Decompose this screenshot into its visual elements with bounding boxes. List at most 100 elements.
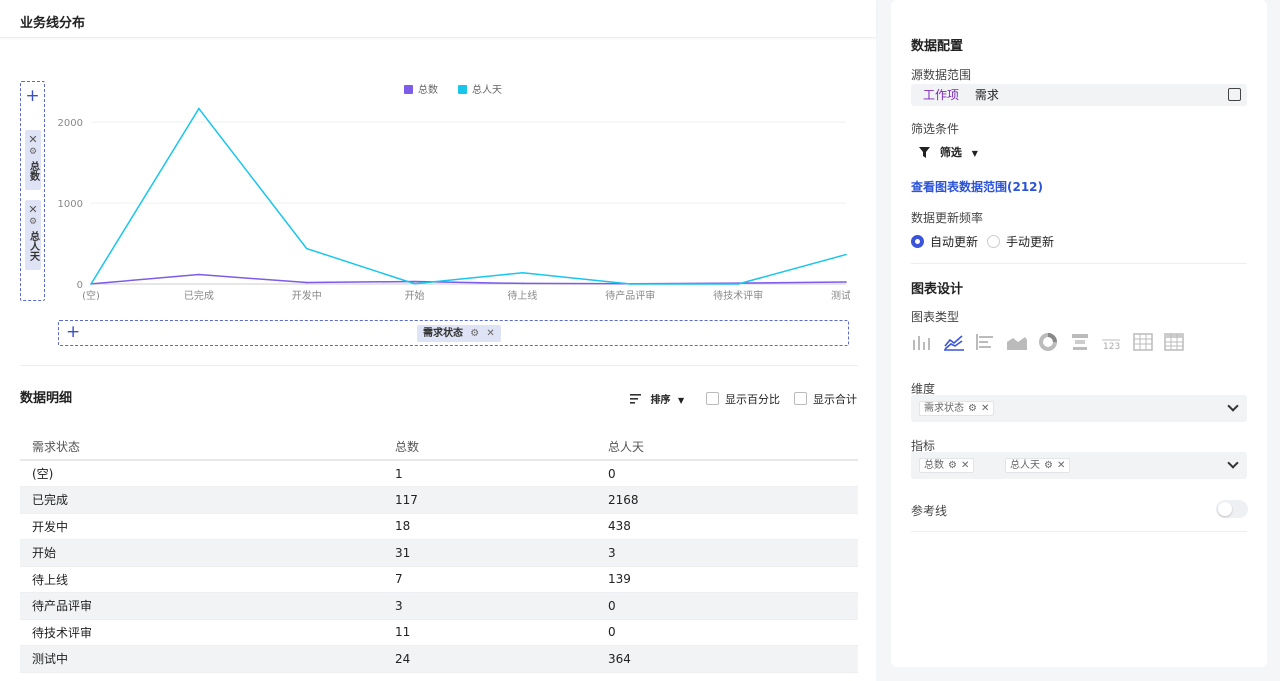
remove-icon[interactable]: ✕ [25, 203, 41, 216]
view-data-range-link[interactable]: 查看图表数据范围(212) [911, 178, 1043, 195]
checkbox[interactable] [794, 392, 807, 405]
horizontal-bar-icon[interactable] [974, 332, 996, 352]
data-point [845, 253, 847, 256]
table-cell: 438 [596, 513, 858, 540]
caret-down-icon: ▼ [678, 396, 685, 405]
x-tick-label: 待技术评审 [713, 289, 763, 302]
data-point [305, 281, 308, 284]
y-tick-label: 2000 [58, 118, 83, 129]
table-cell: 开始 [20, 539, 383, 567]
table-row: 开始 31 3 [20, 539, 858, 567]
column-header[interactable]: 总人天 [596, 433, 858, 461]
dimension-chip[interactable]: 需求状态 ⚙ ✕ [919, 401, 995, 416]
table-body: (空) 1 0 已完成 117 2168 开发中 18 438 开始 31 3 待上线 7 139 待产品评审… [20, 460, 858, 673]
data-point [305, 247, 308, 250]
add-dimension-icon[interactable]: + [66, 324, 80, 341]
chevron-down-icon[interactable] [1227, 457, 1239, 469]
remove-icon[interactable]: ✕ [1057, 460, 1065, 471]
sort-button[interactable]: 排序 ▼ [630, 391, 684, 407]
refline-toggle[interactable] [1216, 500, 1248, 518]
table-cell: 测试中 [20, 645, 383, 673]
bar-chart-icon[interactable] [911, 332, 933, 352]
select-pointer-icon[interactable] [1228, 88, 1241, 101]
dimension-select[interactable]: 需求状态 ⚙ ✕ [911, 395, 1247, 422]
frequency-auto-option[interactable]: 自动更新 [911, 233, 978, 250]
area-chart-icon[interactable] [1006, 332, 1028, 352]
frequency-manual-option[interactable]: 手动更新 [987, 233, 1054, 250]
table-cell: 139 [596, 566, 858, 593]
table-cell: 待产品评审 [20, 592, 383, 620]
table-row: 待上线 7 139 [20, 566, 858, 593]
gear-icon[interactable]: ⚙ [25, 216, 41, 229]
gear-icon[interactable]: ⚙ [1044, 460, 1053, 471]
x-chip-status[interactable]: 需求状态 ⚙ ✕ [417, 325, 501, 342]
table-cell: 0 [596, 619, 858, 646]
remove-icon[interactable]: ✕ [25, 133, 41, 146]
add-metric-icon[interactable]: + [21, 88, 44, 105]
funnel-icon [919, 147, 930, 161]
column-header[interactable]: 需求状态 [20, 433, 383, 461]
table-row: (空) 1 0 [20, 460, 858, 487]
chart-type-label: 图表类型 [911, 310, 960, 324]
x-tick-label: 开发中 [292, 289, 322, 302]
y-chip-label: 总数 [27, 161, 39, 181]
frequency-label: 数据更新频率 [911, 211, 984, 225]
detail-title: 数据明细 [20, 391, 73, 406]
data-point [845, 281, 847, 283]
pivot-table-icon[interactable] [1163, 332, 1185, 352]
svg-text:123: 123 [1103, 342, 1120, 352]
x-axis-drop-zone[interactable]: + 需求状态 ⚙ ✕ [58, 320, 849, 346]
table-cell: (空) [20, 460, 383, 487]
metric-select[interactable]: 总数 ⚙ ✕ 总人天 ⚙ ✕ [911, 452, 1247, 479]
gear-icon[interactable]: ⚙ [948, 460, 957, 471]
radio-selected[interactable] [911, 235, 924, 248]
chart-panel: 业务线分布 + ✕ ⚙ 总数 ✕ ⚙ 总人天 0 1000 2000 (空) 已完成 开发… [0, 0, 876, 681]
pie-chart-icon[interactable] [1037, 332, 1059, 352]
checkbox[interactable] [706, 392, 719, 405]
table-cell: 24 [383, 645, 596, 673]
table-row: 待技术评审 11 0 [20, 619, 858, 646]
table-row: 待产品评审 3 0 [20, 592, 858, 620]
freq-auto-label: 自动更新 [930, 235, 979, 249]
remove-icon[interactable]: ✕ [486, 328, 494, 339]
table-icon[interactable] [1132, 332, 1154, 352]
legend-swatch [404, 85, 413, 94]
y-chip-total[interactable]: ✕ ⚙ 总数 [25, 130, 41, 190]
table-cell: 117 [383, 486, 596, 514]
gear-icon[interactable]: ⚙ [470, 328, 479, 339]
column-header[interactable]: 总数 [383, 433, 596, 461]
gear-icon[interactable]: ⚙ [968, 403, 977, 414]
y-chip-label: 总人天 [27, 231, 39, 261]
filter-label: 筛选条件 [911, 122, 960, 136]
sort-icon [630, 393, 641, 407]
line-chart-icon[interactable] [943, 332, 965, 352]
y-chip-person-days[interactable]: ✕ ⚙ 总人天 [25, 200, 41, 270]
metric-chip-total[interactable]: 总数 ⚙ ✕ [919, 458, 975, 473]
radio-unselected[interactable] [987, 235, 1000, 248]
chip-label: 需求状态 [924, 403, 964, 414]
number-card-icon[interactable]: 123 [1100, 332, 1122, 352]
chevron-down-icon[interactable] [1227, 400, 1239, 412]
funnel-chart-icon[interactable] [1069, 332, 1091, 352]
data-point [413, 282, 416, 285]
show-total-toggle[interactable]: 显示合计 [794, 391, 857, 407]
table-cell: 18 [383, 513, 596, 540]
series-line [90, 107, 847, 285]
show-total-label: 显示合计 [813, 393, 857, 406]
line-chart: 0 1000 2000 (空) 已完成 开发中 开始 待上线 待产品评审 待技术评审 测试中 总数 总人… [58, 83, 850, 302]
remove-icon[interactable]: ✕ [961, 460, 969, 471]
divider [911, 531, 1247, 532]
gear-icon[interactable]: ⚙ [25, 146, 41, 159]
source-field[interactable]: 工作项 需求 [911, 84, 1247, 106]
table-cell: 31 [383, 539, 596, 567]
source-value: 需求 [974, 88, 999, 102]
filter-button[interactable]: 筛选 ▼ [919, 144, 978, 161]
data-point [198, 107, 200, 110]
show-percent-toggle[interactable]: 显示百分比 [706, 391, 780, 407]
remove-icon[interactable]: ✕ [981, 403, 989, 414]
y-axis-drop-zone[interactable]: + ✕ ⚙ 总数 ✕ ⚙ 总人天 [20, 81, 45, 301]
metric-chip-person-days[interactable]: 总人天 ⚙ ✕ [1005, 458, 1071, 473]
divider [20, 365, 858, 366]
table-cell: 0 [596, 460, 858, 487]
data-point [629, 283, 632, 285]
